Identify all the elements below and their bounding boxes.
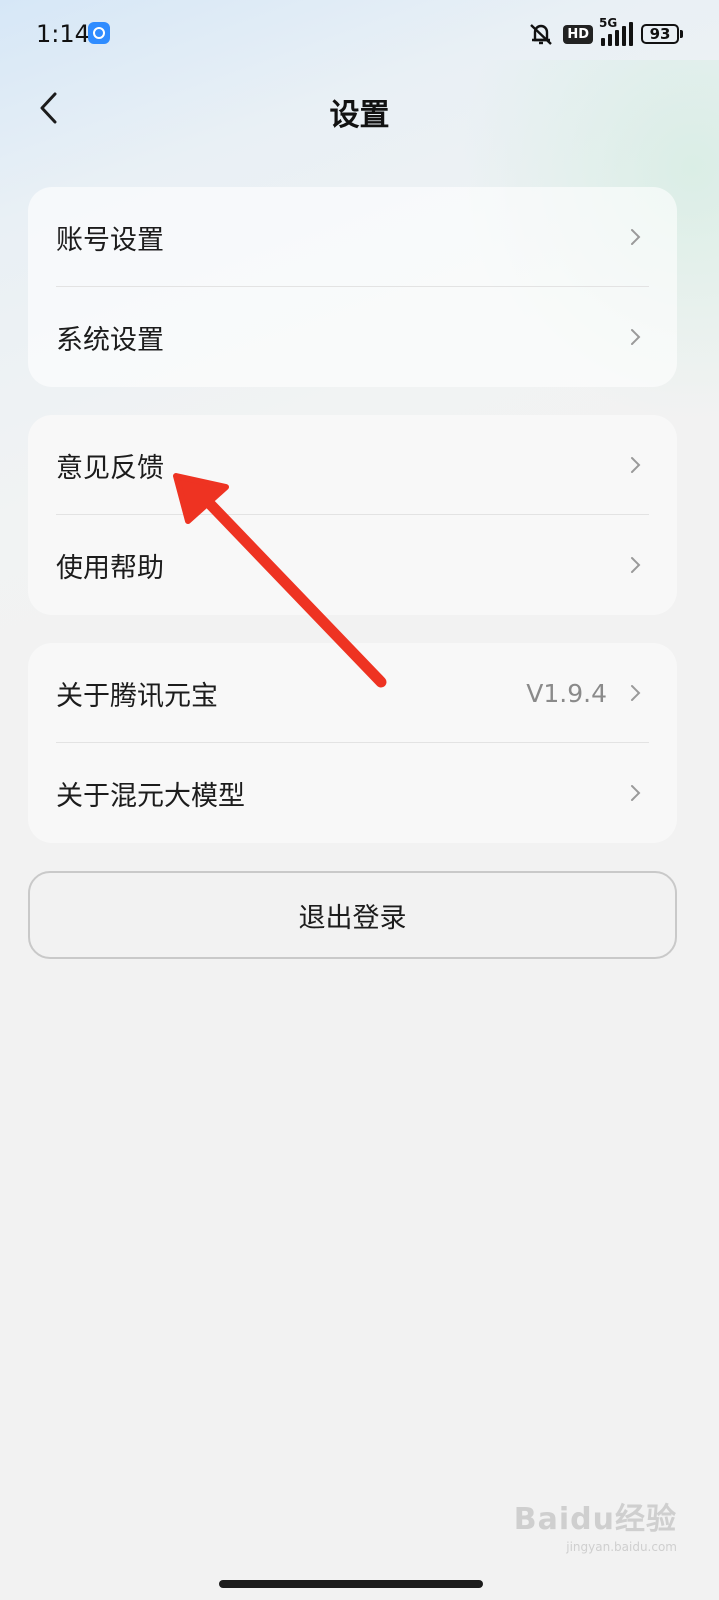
item-label: 关于腾讯元宝 [56, 680, 218, 712]
chevron-right-icon [631, 329, 641, 345]
item-label: 账号设置 [56, 224, 164, 256]
app-icon [88, 22, 110, 44]
account-settings-item[interactable]: 账号设置 [28, 187, 677, 287]
status-time: 1:14 [36, 20, 90, 48]
settings-group-about: 关于腾讯元宝 V1.9.4 关于混元大模型 [28, 643, 677, 843]
about-yuanbao-item[interactable]: 关于腾讯元宝 V1.9.4 [28, 643, 677, 743]
network-type: 5G [599, 16, 618, 30]
chevron-right-icon [631, 557, 641, 573]
chevron-right-icon [631, 229, 641, 245]
battery-icon: 93 [641, 24, 683, 44]
help-item[interactable]: 使用帮助 [28, 515, 677, 615]
item-label: 系统设置 [56, 324, 164, 356]
version-value: V1.9.4 [526, 678, 607, 708]
signal-icon: 5G [599, 16, 633, 46]
watermark-sub: jingyan.baidu.com [566, 1540, 677, 1554]
item-label: 关于混元大模型 [56, 780, 245, 812]
home-indicator[interactable] [219, 1580, 483, 1588]
watermark-main: Baidu经验 [513, 1502, 677, 1537]
logout-button[interactable]: 退出登录 [28, 871, 677, 959]
item-label: 使用帮助 [56, 552, 164, 584]
mute-icon [530, 24, 553, 45]
chevron-right-icon [631, 457, 641, 473]
item-label: 意见反馈 [56, 452, 164, 484]
page-title: 设置 [329, 98, 390, 133]
about-hunyuan-item[interactable]: 关于混元大模型 [28, 743, 677, 843]
feedback-item[interactable]: 意见反馈 [28, 415, 677, 515]
chevron-right-icon [631, 785, 641, 801]
system-settings-item[interactable]: 系统设置 [28, 287, 677, 387]
settings-group-account: 账号设置 系统设置 [28, 187, 677, 387]
hd-badge: HD [563, 24, 593, 44]
chevron-right-icon [631, 685, 641, 701]
settings-group-support: 意见反馈 使用帮助 [28, 415, 677, 615]
status-bar: 1:14 HD 5G 93 [0, 0, 719, 70]
status-icons: HD 5G 93 [527, 16, 683, 48]
header: 设置 [0, 72, 719, 146]
watermark: Baidu经验 jingyan.baidu.com [514, 1494, 677, 1554]
battery-level: 93 [641, 24, 679, 44]
